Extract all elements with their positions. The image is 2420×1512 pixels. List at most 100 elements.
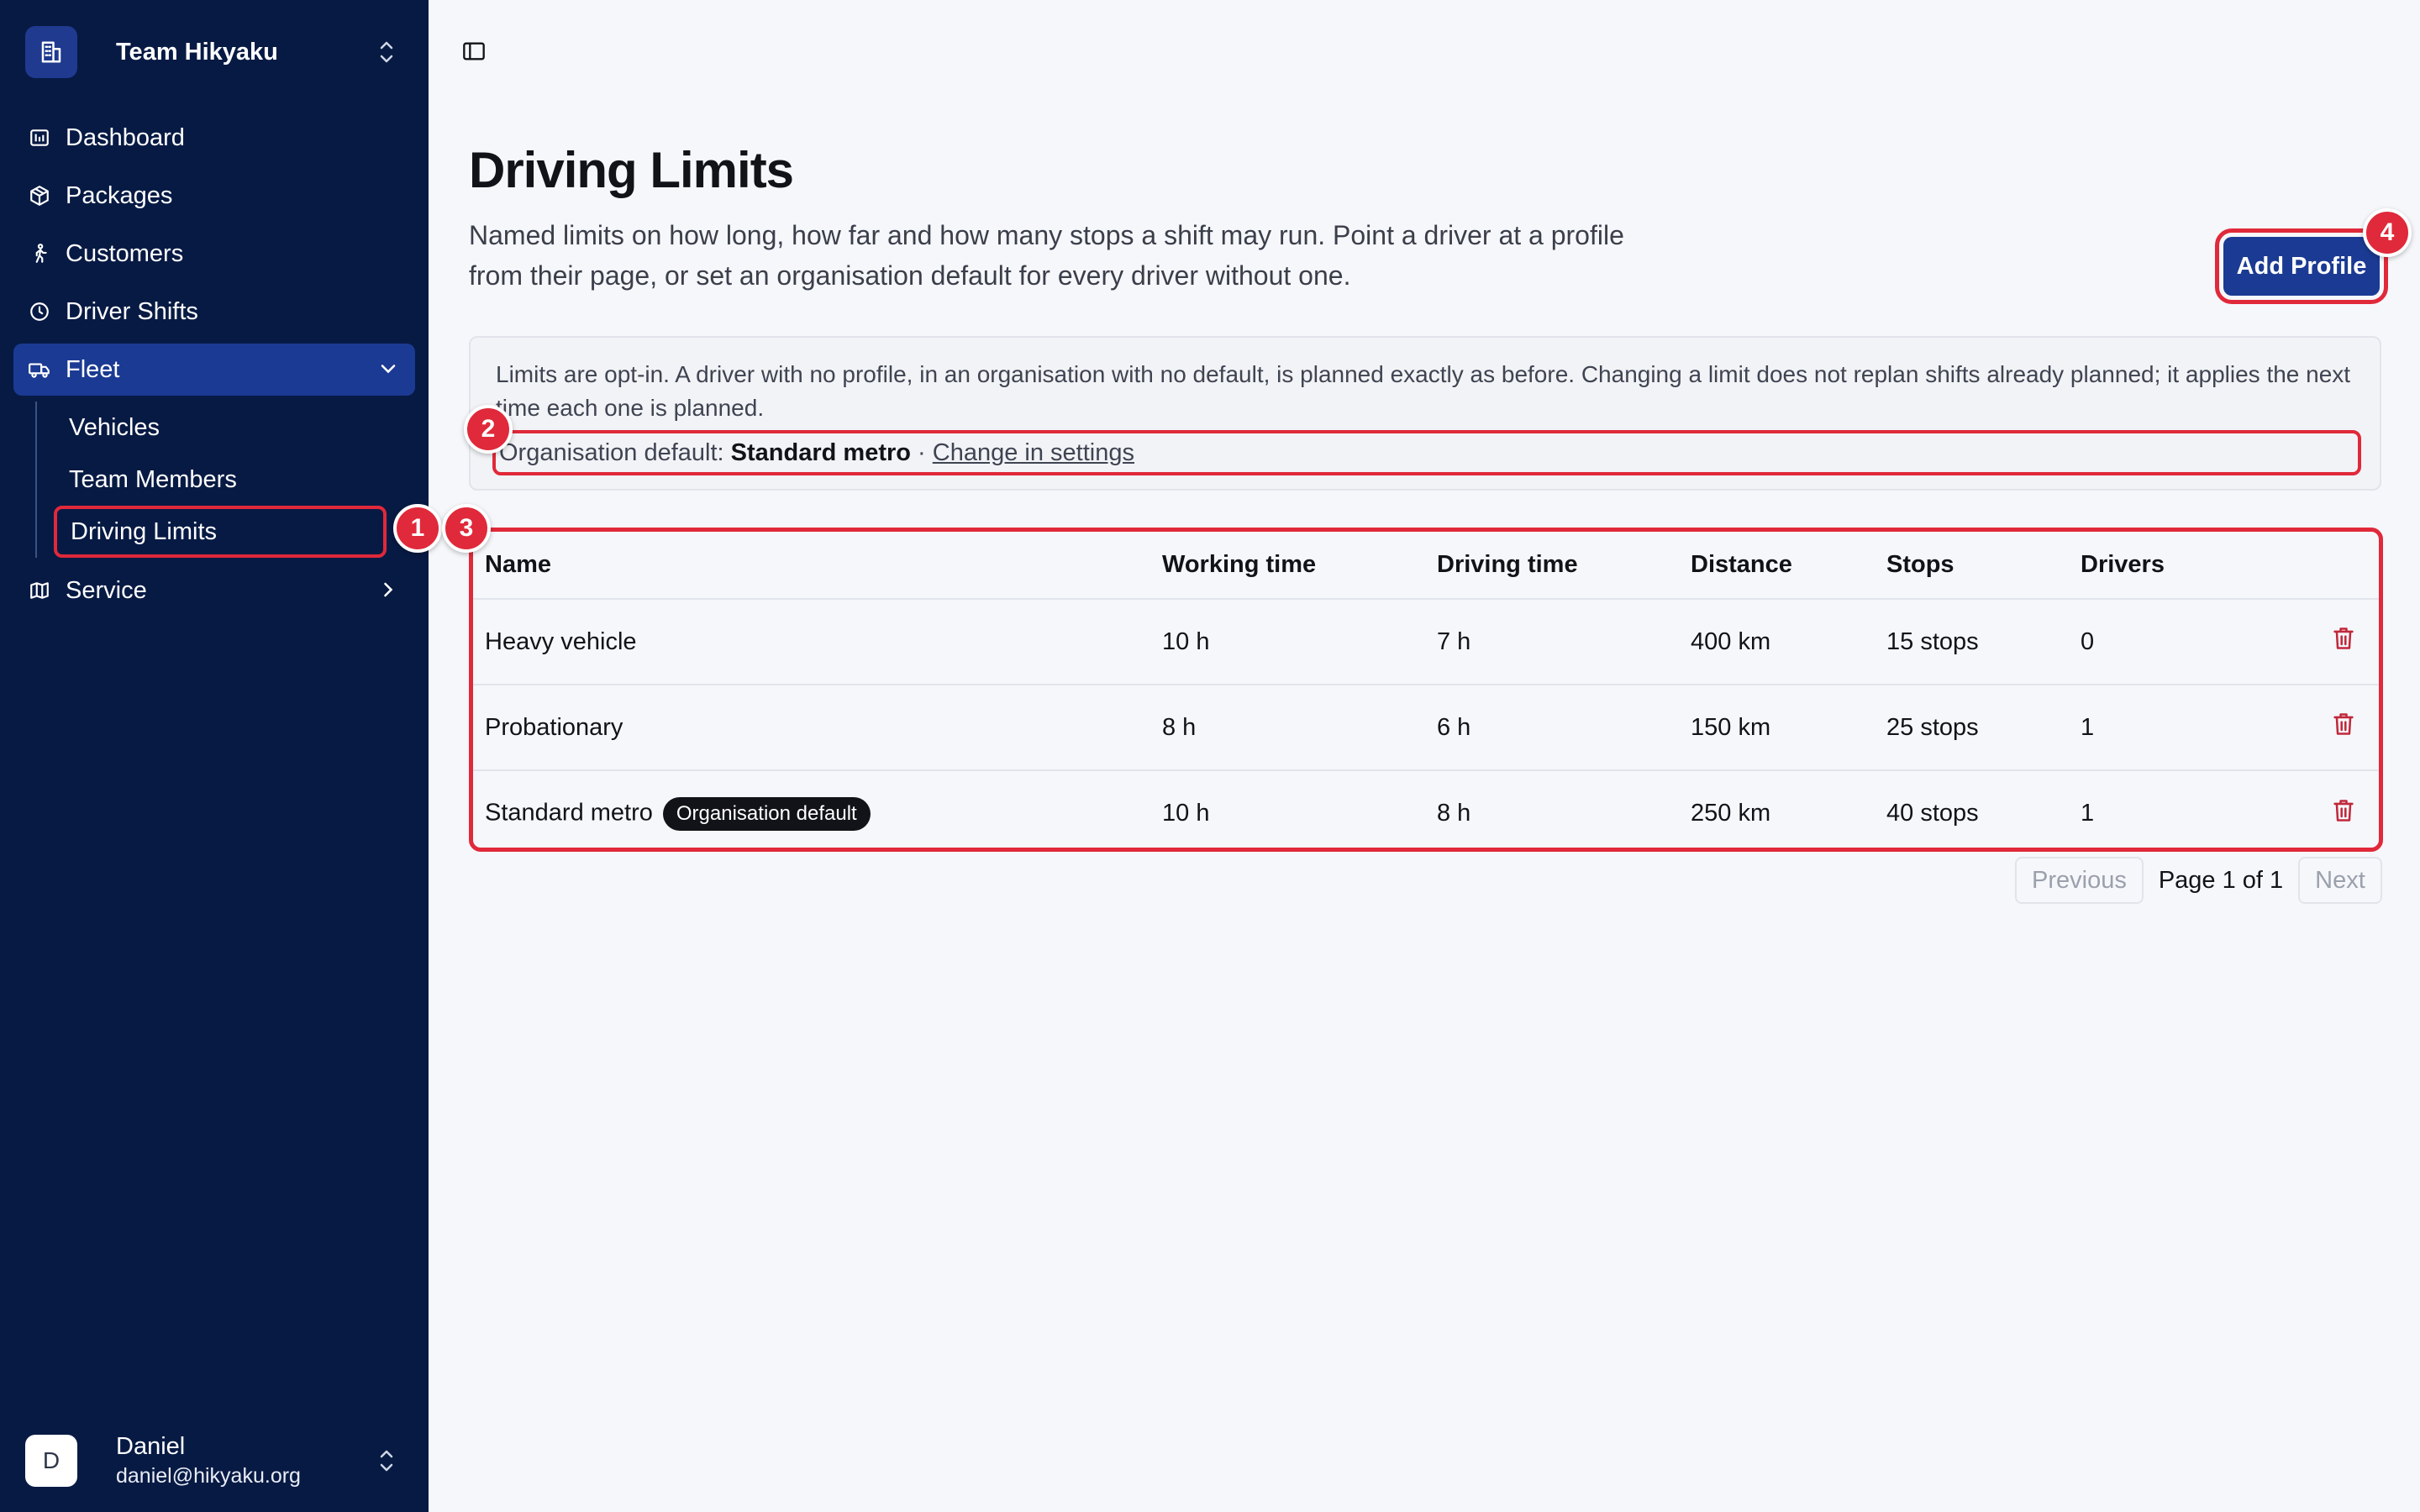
page-description-line: from their page, or set an organisation … (469, 260, 1351, 291)
column-header-actions (2265, 532, 2379, 600)
sidebar-item-fleet[interactable]: Fleet (13, 344, 415, 396)
table-row[interactable]: Standard metro Organisation default 10 h … (473, 770, 2379, 856)
default-prefix: Organisation default: (499, 439, 731, 466)
profile-name: Standard metro (485, 799, 653, 827)
row-driving-time: 7 h (1437, 599, 1691, 685)
table-row[interactable]: Probationary 8 h 6 h 150 km 25 stops 1 (473, 685, 2379, 771)
row-stops: 25 stops (1886, 685, 2081, 771)
team-switcher[interactable]: Team Hikyaku (25, 25, 408, 79)
column-header-working-time: Working time (1162, 532, 1437, 600)
row-distance: 250 km (1691, 800, 1771, 827)
column-header-distance: Distance (1691, 532, 1886, 600)
sidebar-item-service[interactable]: Service (13, 564, 415, 617)
page-description-line: Named limits on how long, how far and ho… (469, 220, 1624, 250)
package-icon (27, 183, 52, 208)
pagination: Previous Page 1 of 1 Next (2015, 857, 2382, 904)
column-header-name: Name (473, 532, 1162, 600)
profile-name: Probationary (485, 713, 623, 741)
trash-icon[interactable] (2332, 626, 2355, 658)
row-working-time: 10 h (1162, 800, 1210, 827)
separator: · (911, 439, 933, 466)
default-profile-name: Standard metro (730, 439, 911, 466)
sidebar-item-label: Driver Shifts (66, 297, 198, 325)
profile-name: Heavy vehicle (485, 627, 637, 655)
row-driving-time: 6 h (1437, 685, 1691, 771)
row-distance: 400 km (1691, 599, 1886, 685)
column-header-driving-time: Driving time (1437, 532, 1691, 600)
sidebar: Team Hikyaku Dashboard Packages Customer… (0, 0, 429, 1512)
user-name: Daniel (116, 1433, 186, 1460)
chevron-down-icon (376, 357, 400, 387)
change-in-settings-link[interactable]: Change in settings (933, 439, 1134, 466)
row-drivers: 0 (2081, 599, 2265, 685)
row-name: Standard metro Organisation default (473, 770, 1162, 856)
page-description: Named limits on how long, how far and ho… (469, 215, 1746, 296)
row-drivers: 1 (2081, 800, 2095, 827)
team-name: Team Hikyaku (116, 38, 278, 66)
add-profile-button[interactable]: Add Profile (2215, 228, 2388, 304)
sidebar-toggle-icon[interactable] (462, 40, 489, 64)
building-icon (25, 26, 77, 78)
notice-text: Limits are opt-in. A driver with no prof… (496, 361, 2351, 421)
row-stops: 40 stops (1886, 800, 1979, 827)
row-name: Probationary (473, 685, 1162, 771)
fleet-subnav: Vehicles Team Members Driving Limits (35, 402, 415, 558)
row-actions (2265, 599, 2379, 685)
next-page-button[interactable]: Next (2298, 857, 2382, 904)
person-walking-icon (27, 241, 52, 266)
table-header-row: Name Working time Driving time Distance … (473, 532, 2379, 600)
trash-icon[interactable] (2332, 711, 2355, 743)
avatar: D (25, 1435, 77, 1487)
sidebar-nav: Dashboard Packages Customers Driver Shif… (13, 112, 415, 622)
previous-page-button[interactable]: Previous (2015, 857, 2144, 904)
row-actions (2265, 685, 2379, 771)
annotation-marker-1: 1 (393, 504, 442, 553)
sidebar-item-label: Driving Limits (71, 517, 218, 545)
dashboard-icon (27, 125, 52, 150)
row-stops: 15 stops (1886, 599, 2081, 685)
sidebar-item-label: Customers (66, 239, 184, 267)
user-email: daniel@hikyaku.org (116, 1464, 301, 1488)
table-row[interactable]: Heavy vehicle 10 h 7 h 400 km 15 stops 0 (473, 599, 2379, 685)
sidebar-item-customers[interactable]: Customers (13, 228, 415, 280)
sidebar-item-label: Team Members (69, 465, 237, 493)
row-working-time: 10 h (1162, 599, 1437, 685)
annotation-marker-2: 2 (464, 405, 513, 454)
truck-icon (27, 357, 52, 382)
driving-limits-table: Name Working time Driving time Distance … (469, 528, 2383, 852)
column-header-stops: Stops (1886, 532, 2081, 600)
sidebar-item-label: Vehicles (69, 413, 160, 441)
row-driving-time: 8 h (1437, 800, 1471, 827)
info-notice: Limits are opt-in. A driver with no prof… (469, 336, 2381, 491)
organisation-default-line: Organisation default: Standard metro · C… (492, 430, 2361, 475)
sidebar-item-driver-shifts[interactable]: Driver Shifts (13, 286, 415, 338)
row-name: Heavy vehicle (473, 599, 1162, 685)
sidebar-item-label: Service (66, 576, 147, 604)
row-distance: 150 km (1691, 685, 1886, 771)
chevron-right-icon (376, 578, 400, 608)
map-icon (27, 578, 52, 603)
user-info: Daniel daniel@hikyaku.org (116, 1433, 301, 1488)
page-indicator: Page 1 of 1 (2158, 866, 2284, 894)
sidebar-item-team-members[interactable]: Team Members (55, 454, 415, 506)
sidebar-item-label: Dashboard (66, 123, 185, 151)
row-drivers: 1 (2081, 685, 2265, 771)
page-title: Driving Limits (469, 142, 794, 198)
sidebar-item-label: Fleet (66, 355, 120, 383)
chevrons-up-down-icon (377, 39, 396, 70)
row-working-time: 8 h (1162, 685, 1437, 771)
trash-icon[interactable] (2332, 798, 2355, 830)
sidebar-item-packages[interactable]: Packages (13, 170, 415, 222)
column-header-drivers: Drivers (2081, 532, 2265, 600)
clock-icon (27, 299, 52, 324)
chevrons-up-down-icon (377, 1447, 396, 1478)
organisation-default-badge: Organisation default (662, 796, 871, 831)
annotation-marker-4: 4 (2363, 208, 2412, 257)
sidebar-item-driving-limits[interactable]: Driving Limits (54, 506, 387, 558)
sidebar-item-label: Packages (66, 181, 173, 209)
profiles-table: Name Working time Driving time Distance … (473, 532, 2379, 856)
user-menu[interactable]: D Daniel daniel@hikyaku.org (25, 1433, 408, 1488)
sidebar-item-vehicles[interactable]: Vehicles (55, 402, 415, 454)
sidebar-item-dashboard[interactable]: Dashboard (13, 112, 415, 164)
annotation-marker-3: 3 (442, 504, 491, 553)
